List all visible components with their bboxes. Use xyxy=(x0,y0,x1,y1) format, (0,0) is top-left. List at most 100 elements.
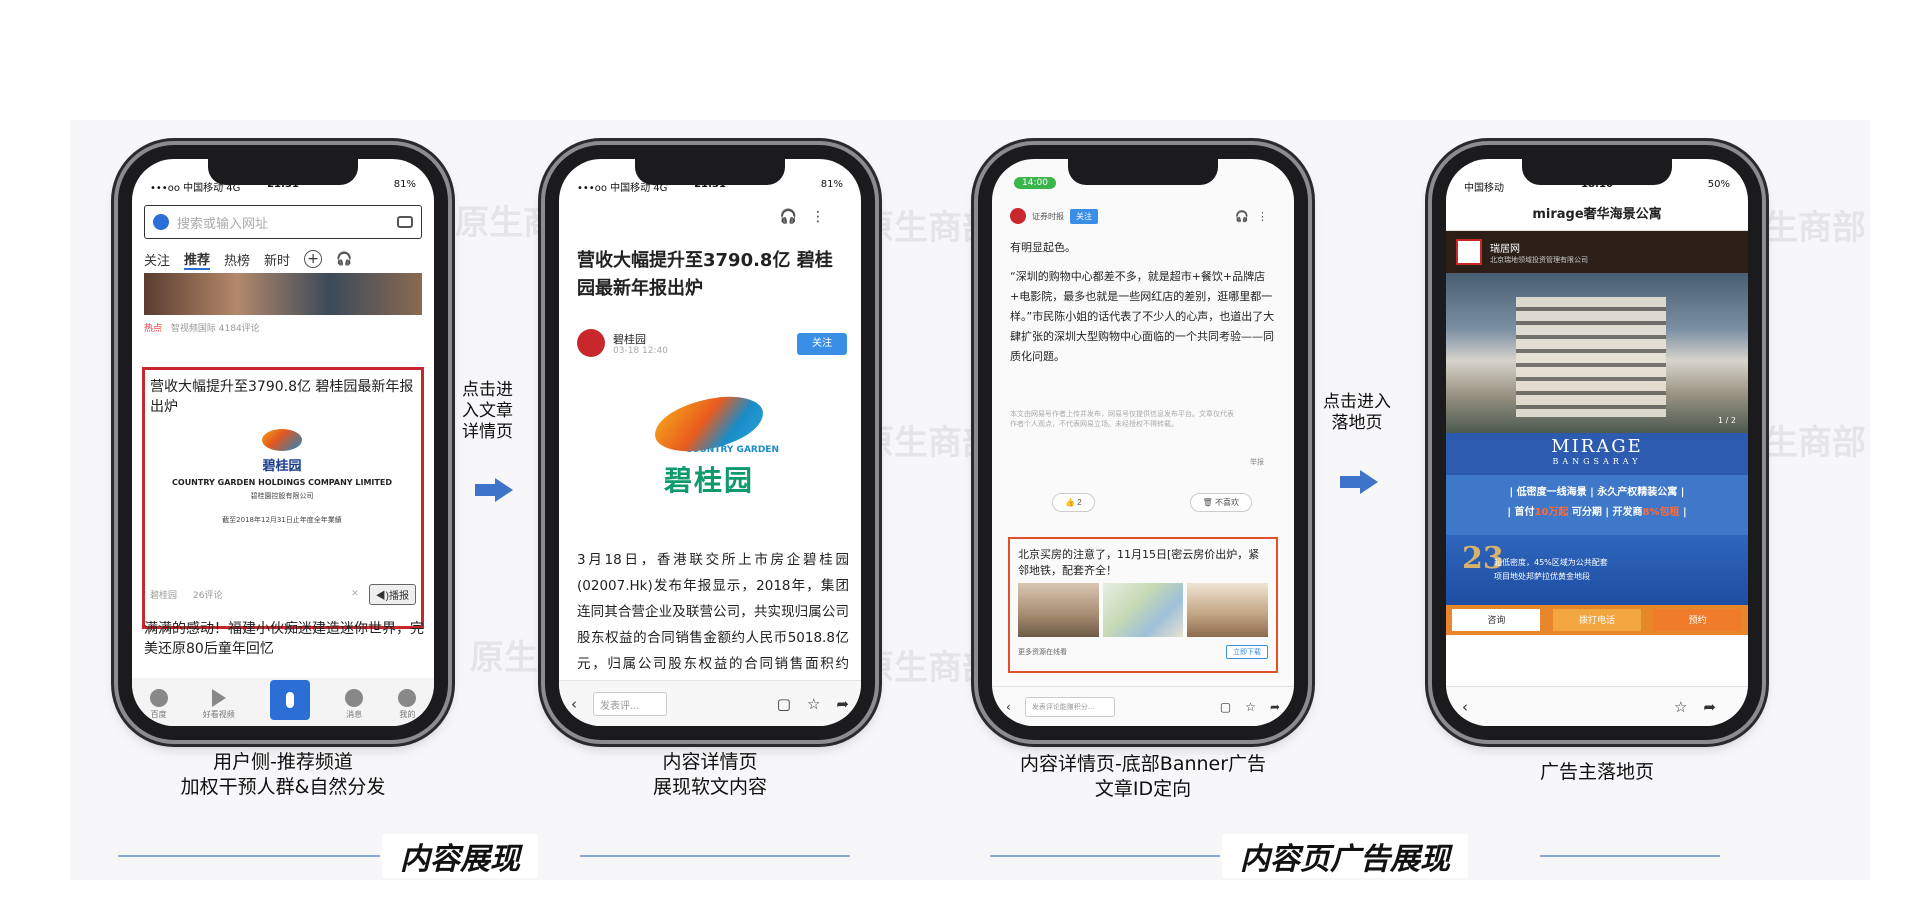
banner-ad-text[interactable]: 北京买房的注意了，11月15日[密云房价出炉，紧邻地铁，配套齐全！ xyxy=(1018,547,1268,579)
feature-text: 可分期 | 开发商 xyxy=(1568,507,1643,518)
header-icons: 🎧⋮ xyxy=(1235,210,1276,223)
logo-cn-text: 碧桂园 xyxy=(663,464,754,497)
caption-line: 用户侧-推荐频道 xyxy=(213,751,353,773)
star-icon[interactable]: ☆ xyxy=(1674,698,1703,716)
phone-notch xyxy=(208,159,358,185)
play-audio-button[interactable]: ◀)播报 xyxy=(368,583,416,605)
battery-text: 81% xyxy=(820,179,843,190)
promo-line: 超低密度，45%区域为公共配套 xyxy=(1494,558,1608,567)
tab-news[interactable]: 新时 xyxy=(264,250,290,269)
author-name[interactable]: 碧桂园 xyxy=(613,331,646,347)
disclaimer-text: 本文由网易号作者上传并发布，网易号仅提供信息发布平台。文章仅代表作者个人观点，不… xyxy=(1010,410,1234,428)
share-icon[interactable]: ➦ xyxy=(836,695,849,713)
phone-screen: •••oo 中国移动 4G 21:31 81% 🎧⋮ 营收大幅提升至3790.8… xyxy=(559,159,861,726)
play-icon xyxy=(211,689,226,707)
nav-profile[interactable]: 我的 xyxy=(398,689,417,720)
comment-icon[interactable]: ▢ xyxy=(777,695,791,713)
feature-text: 永久产权精装公寓 | xyxy=(1597,487,1685,498)
caption-line: 内容详情页 xyxy=(662,751,758,773)
share-icon[interactable]: ➦ xyxy=(1270,700,1280,714)
consult-button[interactable]: 咨询 xyxy=(1452,609,1541,631)
dislike-button[interactable]: 🗑 不喜欢 xyxy=(1189,493,1252,512)
share-icon[interactable]: ➦ xyxy=(1703,698,1732,716)
tab-hot[interactable]: 热榜 xyxy=(224,250,250,269)
follow-button[interactable]: 关注 xyxy=(797,333,847,355)
section-rule xyxy=(990,855,1220,857)
nav-home[interactable]: 百度 xyxy=(149,689,168,720)
paw-icon xyxy=(149,689,168,707)
back-icon[interactable]: ‹ xyxy=(1006,700,1011,714)
phone-article-detail: •••oo 中国移动 4G 21:31 81% 🎧⋮ 营收大幅提升至3790.8… xyxy=(545,145,875,740)
nav-messages[interactable]: 消息 xyxy=(345,689,364,720)
feed-comments: 4184评论 xyxy=(218,324,260,334)
arrow-label-landing: 点击进入 落地页 xyxy=(1323,392,1391,434)
call-button[interactable]: 拨打电话 xyxy=(1552,609,1641,631)
brand-logo-icon xyxy=(1456,239,1482,265)
channel-tabs: 关注 推荐 热榜 新时 + 🎧 xyxy=(144,249,422,270)
source-avatar[interactable] xyxy=(1010,208,1026,224)
back-icon[interactable]: ‹ xyxy=(1462,698,1468,716)
headphone-icon[interactable]: 🎧 xyxy=(780,209,811,225)
country-garden-logo: COUNTRY GARDEN 碧桂园 xyxy=(639,391,779,499)
report-link[interactable]: 举报 xyxy=(1250,457,1264,467)
promo-line: 项目地处邦萨拉优黄金地段 xyxy=(1494,572,1590,581)
country-garden-logo-icon xyxy=(262,429,302,451)
more-icon[interactable]: ⋮ xyxy=(811,209,839,225)
feed-video-thumbnail[interactable] xyxy=(144,273,422,315)
property-photo[interactable]: 1 / 2 xyxy=(1446,273,1748,433)
caption-landing-page: 广告主落地页 xyxy=(1432,760,1762,785)
next-feed-title[interactable]: 满满的感动！福建小伙痴迷建造迷你世界，完美还原80后童年回忆 xyxy=(144,619,424,661)
top-actions: 🎧⋮ xyxy=(780,209,839,225)
caption-line: 展现软文内容 xyxy=(652,776,767,798)
author-avatar[interactable] xyxy=(577,329,605,357)
add-channel-icon[interactable]: + xyxy=(304,250,323,268)
back-icon[interactable]: ‹ xyxy=(571,695,577,713)
headphone-icon[interactable]: 🎧 xyxy=(336,252,352,267)
banner-ad-images[interactable] xyxy=(1018,583,1269,637)
advertiser-brand: 瑞居网 北京瑞地领域投资管理有限公司 xyxy=(1446,231,1748,273)
tab-follow[interactable]: 关注 xyxy=(144,250,170,269)
camera-icon[interactable] xyxy=(397,216,413,228)
more-icon[interactable]: ⋮ xyxy=(1257,210,1276,223)
headphone-icon[interactable]: 🎧 xyxy=(1235,210,1257,223)
like-button[interactable]: 👍 2 xyxy=(1052,493,1095,512)
photo-page-indicator: 1 / 2 xyxy=(1718,416,1736,425)
caption-recommend-feed: 用户侧-推荐频道 加权干预人群&自然分发 xyxy=(118,750,448,800)
follow-button[interactable]: 关注 xyxy=(1070,208,1098,224)
comment-input[interactable]: 发表评... xyxy=(593,691,667,716)
dismiss-icon[interactable]: ✕ xyxy=(351,589,359,599)
comment-icon[interactable]: ▢ xyxy=(1220,700,1231,714)
search-input[interactable]: 搜索或输入网址 xyxy=(144,205,422,239)
nav-voice[interactable] xyxy=(269,680,310,720)
promo-section: 23 超低密度，45%区域为公共配套 项目地处邦萨拉优黄金地段 xyxy=(1446,535,1748,605)
tab-recommend[interactable]: 推荐 xyxy=(184,249,211,270)
ad-more-text: 更多资源在线看 xyxy=(1018,648,1067,656)
hot-tag: 热点 xyxy=(144,324,163,334)
logo-cn2-text: 碧桂園控股有限公司 xyxy=(250,492,314,500)
toolbar-right: ☆➦ xyxy=(1674,698,1732,716)
dislike-label: 不喜欢 xyxy=(1215,498,1239,507)
arrow-label-line: 落地页 xyxy=(1331,413,1383,433)
nav-video[interactable]: 好看视频 xyxy=(203,689,235,720)
nav-profile-label: 我的 xyxy=(399,710,416,719)
arrow-label-line: 点击进入 xyxy=(1323,392,1391,412)
mirage-logo-text: MIRAGE xyxy=(1551,436,1643,457)
ad-image-map xyxy=(1102,583,1184,637)
source-name[interactable]: 证券时报 xyxy=(1032,211,1064,222)
logo-cn-text: 碧桂园 xyxy=(262,459,302,474)
star-icon[interactable]: ☆ xyxy=(1245,700,1256,714)
feature-text: | 首付 xyxy=(1507,507,1535,518)
download-button[interactable]: 立即下载 xyxy=(1226,645,1268,659)
star-icon[interactable]: ☆ xyxy=(807,695,820,713)
feed-card-title[interactable]: 营收大幅提升至3790.8亿 碧桂园最新年报出炉 xyxy=(150,377,416,417)
feed-card-image[interactable]: 碧桂园 COUNTRY GARDEN HOLDINGS COMPANY LIMI… xyxy=(156,423,408,573)
report-period-text: 截至2018年12月31日止年度全年業績 xyxy=(222,516,342,524)
caption-line: 内容详情页-底部Banner广告 xyxy=(1019,753,1267,775)
reserve-button[interactable]: 预约 xyxy=(1653,609,1742,631)
brand-name: 瑞居网 xyxy=(1490,243,1520,255)
section-title-ad: 内容页广告展现 xyxy=(1222,834,1468,878)
comment-input[interactable]: 发表评论能赚积分... xyxy=(1024,696,1115,717)
browser-toolbar: ‹ ☆➦ xyxy=(1446,686,1748,726)
nav-home-label: 百度 xyxy=(150,710,167,719)
status-time-badge: 14:00 xyxy=(1014,177,1056,189)
